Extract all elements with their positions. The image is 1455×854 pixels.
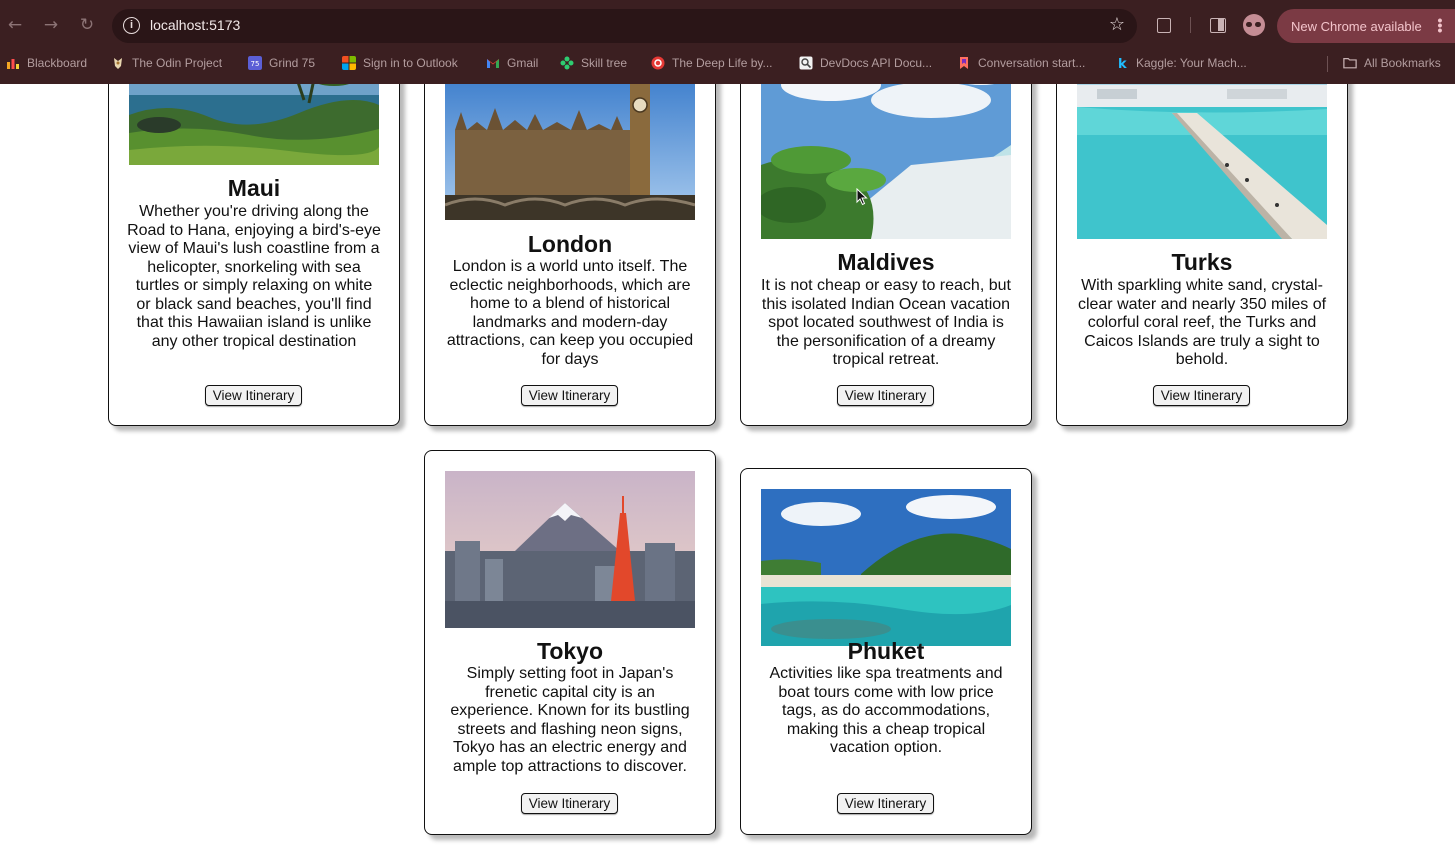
kaggle-icon: k xyxy=(1118,57,1127,70)
forward-arrow-icon[interactable]: → xyxy=(40,14,62,36)
bookmark-label: Gmail xyxy=(507,56,539,70)
bookmark-label: Grind 75 xyxy=(269,56,316,70)
destination-card-maui: Maui Whether you're driving along the Ro… xyxy=(108,84,400,426)
all-bookmarks-label: All Bookmarks xyxy=(1364,56,1441,70)
profile-avatar-icon[interactable] xyxy=(1243,14,1265,36)
bookmarks-bar: Blackboard The Odin Project 75 Grind 75 … xyxy=(0,50,1455,76)
view-itinerary-button[interactable]: View Itinerary xyxy=(837,385,934,406)
view-itinerary-button[interactable]: View Itinerary xyxy=(521,793,618,814)
bookmark-grind75[interactable]: 75 Grind 75 xyxy=(248,54,315,72)
svg-text:k: k xyxy=(1118,57,1127,70)
bookmark-label: The Deep Life by... xyxy=(672,56,773,70)
kebab-menu-icon[interactable]: • • • xyxy=(1437,13,1443,37)
address-url[interactable]: localhost:5173 xyxy=(150,17,240,33)
destination-title: Maui xyxy=(227,175,281,201)
grind75-icon: 75 xyxy=(248,56,262,70)
bookmark-label: Skill tree xyxy=(581,56,628,70)
blackboard-icon xyxy=(7,59,19,69)
bookmark-label: The Odin Project xyxy=(132,56,223,70)
destination-card-tokyo: Tokyo Simply setting foot in Japan's fre… xyxy=(424,450,716,835)
bookmark-devdocs[interactable]: DevDocs API Docu... xyxy=(799,54,932,72)
all-bookmarks-button[interactable]: All Bookmarks xyxy=(1343,54,1441,72)
bookmark-kaggle[interactable]: k Kaggle: Your Mach... xyxy=(1115,54,1247,72)
bookmark-label: DevDocs API Docu... xyxy=(820,56,933,70)
bookmark-outlook[interactable]: Sign in to Outlook xyxy=(342,54,458,72)
bookmark-star-icon[interactable]: ☆ xyxy=(1109,14,1125,35)
destination-description: Simply setting foot in Japan's frenetic … xyxy=(450,665,690,775)
destination-title: Tokyo xyxy=(536,638,604,664)
destination-title: Turks xyxy=(1171,249,1233,275)
skill-tree-icon xyxy=(560,56,574,70)
bookmark-skill-tree[interactable]: Skill tree xyxy=(560,54,627,72)
view-itinerary-button[interactable]: View Itinerary xyxy=(1153,385,1250,406)
destination-description: With sparkling white sand, crystal-clear… xyxy=(1077,277,1327,368)
bookmark-label: Conversation start... xyxy=(978,56,1086,70)
side-panel-icon[interactable] xyxy=(1207,14,1229,36)
deep-life-icon xyxy=(651,56,665,70)
bookmark-odin-project[interactable]: The Odin Project xyxy=(111,54,222,72)
address-bar[interactable]: i localhost:5173 ☆ xyxy=(112,9,1137,43)
back-arrow-icon[interactable]: ← xyxy=(4,14,26,36)
destination-card-turks: Turks With sparkling white sand, crystal… xyxy=(1056,84,1348,426)
destination-description: Whether you're driving along the Road to… xyxy=(127,203,381,350)
devdocs-icon xyxy=(799,56,813,70)
conversation-icon xyxy=(960,57,968,69)
browser-chrome: ← → ↻ i localhost:5173 ☆ New Chrome avai… xyxy=(0,0,1455,84)
london-parliament-photo xyxy=(445,84,695,220)
browser-toolbar: ← → ↻ i localhost:5173 ☆ New Chrome avai… xyxy=(0,0,1455,50)
destination-description: It is not cheap or easy to reach, but th… xyxy=(761,277,1011,368)
bookmark-label: Blackboard xyxy=(27,56,88,70)
mouse-cursor-icon xyxy=(856,188,868,206)
extensions-icon[interactable] xyxy=(1153,14,1175,36)
phuket-bay-photo xyxy=(761,489,1011,646)
destination-title: Maldives xyxy=(837,249,935,275)
destination-card-maldives: Maldives It is not cheap or easy to reac… xyxy=(740,84,1032,426)
destination-description: London is a world unto itself. The eclec… xyxy=(446,258,694,368)
chrome-update-button[interactable]: New Chrome available • • • xyxy=(1277,9,1455,43)
site-info-icon[interactable]: i xyxy=(123,17,140,34)
bookmark-label: Kaggle: Your Mach... xyxy=(1136,56,1247,70)
microsoft-icon xyxy=(342,56,356,70)
gmail-icon xyxy=(487,59,499,68)
bookmarks-divider xyxy=(1327,56,1328,72)
odin-project-icon xyxy=(114,58,122,69)
page-content: Maui Whether you're driving along the Ro… xyxy=(0,84,1455,854)
folder-icon xyxy=(1343,58,1357,69)
destination-title: London xyxy=(527,231,613,257)
view-itinerary-button[interactable]: View Itinerary xyxy=(205,385,302,406)
bookmark-label: Sign in to Outlook xyxy=(363,56,458,70)
maldives-beach-photo xyxy=(761,84,1011,239)
chrome-update-label: New Chrome available xyxy=(1291,19,1422,34)
svg-text:75: 75 xyxy=(251,60,260,68)
tokyo-skyline-photo xyxy=(445,471,695,628)
destination-card-phuket: Phuket Activities like spa treatments an… xyxy=(740,468,1032,835)
view-itinerary-button[interactable]: View Itinerary xyxy=(521,385,618,406)
turks-pier-photo xyxy=(1077,84,1327,239)
view-itinerary-button[interactable]: View Itinerary xyxy=(837,793,934,814)
bookmark-blackboard[interactable]: Blackboard xyxy=(6,54,87,72)
bookmark-deep-life[interactable]: The Deep Life by... xyxy=(651,54,773,72)
destination-description: Activities like spa treatments and boat … xyxy=(769,665,1003,756)
maui-coast-photo xyxy=(129,84,379,165)
bookmark-conversation[interactable]: Conversation start... xyxy=(957,54,1085,72)
toolbar-divider xyxy=(1190,17,1191,33)
reload-icon[interactable]: ↻ xyxy=(76,14,98,36)
bookmark-gmail[interactable]: Gmail xyxy=(486,54,538,72)
destination-title: Phuket xyxy=(847,638,925,664)
destination-card-london: London London is a world unto itself. Th… xyxy=(424,84,716,426)
